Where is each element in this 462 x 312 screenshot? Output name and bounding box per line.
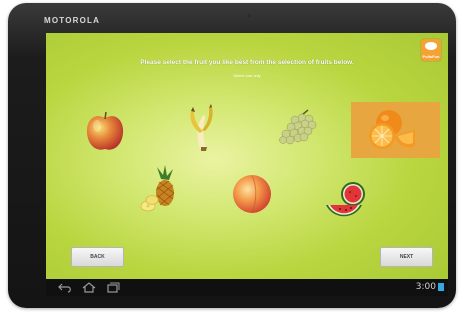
peach-icon	[233, 175, 271, 214]
fruit-option-grapes[interactable]	[274, 109, 322, 149]
tablet-device: MOTOROLA PollsFun Please select the frui…	[8, 3, 456, 308]
fruit-option-orange[interactable]	[351, 102, 440, 158]
recent-apps-icon[interactable]	[106, 282, 120, 293]
front-camera	[246, 13, 252, 19]
fruit-option-pineapple[interactable]	[137, 165, 177, 215]
question-prompt: Please select the fruit you like best fr…	[140, 59, 354, 66]
apple-icon	[86, 111, 124, 150]
back-arrow-icon[interactable]	[58, 282, 72, 293]
speech-bubble-icon	[425, 42, 437, 50]
back-button[interactable]: BACK	[71, 247, 124, 267]
banana-icon	[190, 104, 213, 151]
fruit-option-banana[interactable]	[186, 103, 218, 151]
next-button[interactable]: NEXT	[380, 247, 433, 267]
pineapple-icon	[140, 165, 175, 212]
instruction-text: Select one only	[233, 73, 261, 78]
grapes-icon	[279, 109, 317, 145]
app-logo: PollsFun	[421, 39, 441, 61]
fruit-option-peach[interactable]	[230, 171, 274, 215]
fruit-option-watermelon[interactable]	[322, 179, 370, 219]
watermelon-icon	[326, 182, 365, 217]
status-clock: 3:00	[415, 282, 436, 292]
device-brand: MOTOROLA	[44, 16, 101, 25]
system-nav-bar: 3:00	[46, 279, 448, 296]
home-icon[interactable]	[82, 282, 96, 293]
signal-icon	[438, 283, 444, 291]
orange-icon	[369, 110, 415, 149]
fruit-option-apple[interactable]	[84, 109, 126, 153]
app-screen: PollsFun Please select the fruit you lik…	[46, 33, 448, 296]
